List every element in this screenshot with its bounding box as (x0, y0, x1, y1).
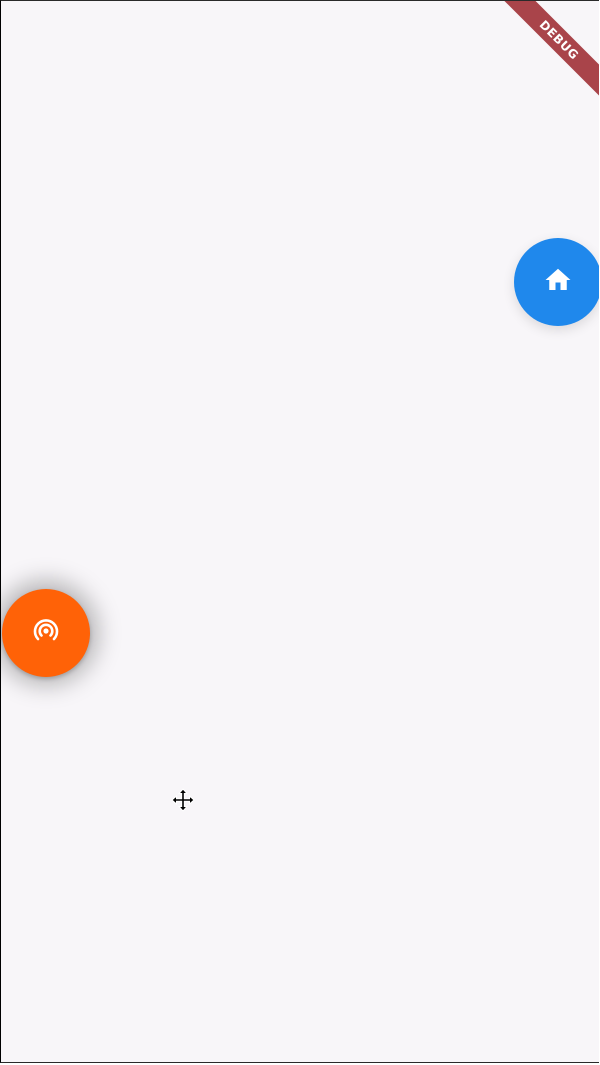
move-cursor-icon (171, 788, 195, 812)
debug-banner: DEBUG (479, 1, 599, 121)
podcast-icon (29, 614, 63, 653)
app-screen: DEBUG (0, 0, 599, 1063)
podcast-button[interactable] (2, 589, 90, 677)
home-button[interactable] (514, 238, 599, 326)
home-icon (543, 265, 573, 300)
debug-banner-label: DEBUG (494, 1, 599, 105)
